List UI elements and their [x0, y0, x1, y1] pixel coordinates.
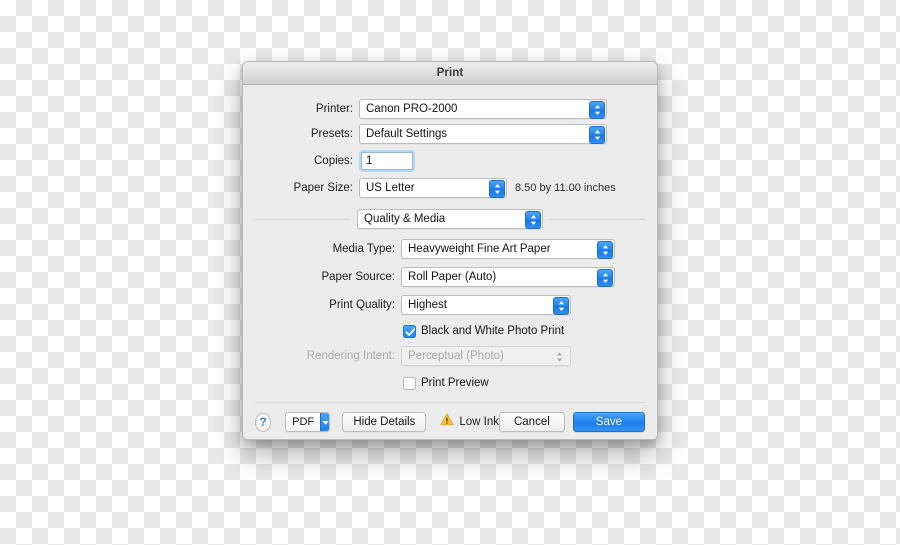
divider-left [255, 218, 350, 220]
copies-label: Copies: [314, 155, 353, 167]
print-preview-checkbox[interactable] [403, 376, 416, 390]
print-quality-value: Highest [408, 299, 447, 311]
top-fields-group: Printer: Canon PRO-2000 Presets: Default… [243, 85, 657, 199]
print-quality-row: Print Quality: Highest [243, 294, 657, 316]
paper-size-select[interactable]: US Letter [359, 178, 507, 198]
paper-size-value: US Letter [366, 182, 415, 194]
print-quality-select[interactable]: Highest [401, 295, 571, 315]
divider-right [550, 218, 645, 220]
low-ink-label: Low Ink [459, 416, 499, 428]
dialog-button-bar: ? PDF Hide Details Low Ink Cancel Save [243, 403, 657, 439]
paper-size-row: Paper Size: US Letter 8.50 by 11.00 inch… [243, 177, 657, 199]
paper-source-row: Paper Source: Roll Paper (Auto) [243, 266, 657, 288]
printer-select[interactable]: Canon PRO-2000 [359, 99, 607, 119]
chevron-updown-icon [555, 350, 564, 364]
hide-details-button[interactable]: Hide Details [342, 412, 427, 432]
pane-selector-row: Quality & Media [243, 209, 657, 229]
media-type-value: Heavyweight Fine Art Paper [408, 243, 551, 255]
printer-label: Printer: [315, 103, 353, 115]
pdf-button[interactable]: PDF [285, 412, 331, 432]
warning-triangle-icon [440, 413, 455, 431]
print-preview-label: Print Preview [421, 377, 489, 389]
media-type-label: Media Type: [332, 243, 395, 255]
copies-input[interactable] [361, 152, 413, 170]
chevron-updown-icon[interactable] [597, 241, 613, 259]
paper-size-dimensions: 8.50 by 11.00 inches [515, 182, 616, 194]
printer-row: Printer: Canon PRO-2000 [243, 98, 657, 120]
copies-row: Copies: [243, 148, 657, 174]
rendering-intent-label: Rendering Intent: [306, 350, 395, 362]
media-type-select[interactable]: Heavyweight Fine Art Paper [401, 239, 615, 259]
pane-select[interactable]: Quality & Media [357, 209, 543, 229]
presets-select[interactable]: Default Settings [359, 124, 607, 144]
chevron-updown-icon[interactable] [589, 101, 605, 119]
print-preview-checkbox-row[interactable]: Print Preview [403, 373, 657, 393]
pdf-button-label: PDF [286, 413, 321, 431]
chevron-updown-icon[interactable] [489, 180, 505, 198]
copies-focus-ring [359, 150, 415, 172]
save-button[interactable]: Save [572, 412, 645, 432]
dialog-body: Printer: Canon PRO-2000 Presets: Default… [243, 85, 657, 439]
page-title: Print [436, 67, 464, 79]
paper-source-value: Roll Paper (Auto) [408, 271, 497, 283]
paper-source-label: Paper Source: [321, 271, 395, 283]
printer-value: Canon PRO-2000 [366, 103, 458, 115]
rendering-intent-value: Perceptual (Photo) [408, 350, 504, 362]
rendering-intent-select: Perceptual (Photo) [401, 346, 571, 366]
bw-photo-checkbox-row[interactable]: Black and White Photo Print [403, 321, 657, 341]
media-type-row: Media Type: Heavyweight Fine Art Paper [243, 238, 657, 260]
dialog-titlebar: Print [243, 62, 657, 85]
help-button[interactable]: ? [255, 412, 272, 432]
presets-row: Presets: Default Settings [243, 123, 657, 145]
chevron-updown-icon[interactable] [589, 126, 605, 144]
presets-value: Default Settings [366, 128, 448, 140]
print-quality-label: Print Quality: [329, 299, 395, 311]
chevron-updown-icon[interactable] [525, 211, 541, 229]
chevron-updown-icon[interactable] [597, 269, 613, 287]
print-dialog: Print Printer: Canon PRO-2000 Presets: D… [242, 61, 658, 440]
cancel-button[interactable]: Cancel [498, 412, 565, 432]
rendering-intent-row: Rendering Intent: Perceptual (Photo) [243, 345, 657, 367]
presets-label: Presets: [310, 128, 353, 140]
low-ink-status: Low Ink [440, 413, 499, 431]
chevron-down-icon[interactable] [320, 413, 330, 431]
chevron-updown-icon[interactable] [553, 297, 569, 315]
quality-media-pane: Media Type: Heavyweight Fine Art Paper P… [243, 238, 657, 393]
bw-photo-checkbox[interactable] [403, 324, 416, 338]
paper-source-select[interactable]: Roll Paper (Auto) [401, 267, 615, 287]
pane-value: Quality & Media [364, 213, 446, 225]
paper-size-label: Paper Size: [293, 182, 353, 194]
bw-photo-label: Black and White Photo Print [421, 325, 565, 337]
